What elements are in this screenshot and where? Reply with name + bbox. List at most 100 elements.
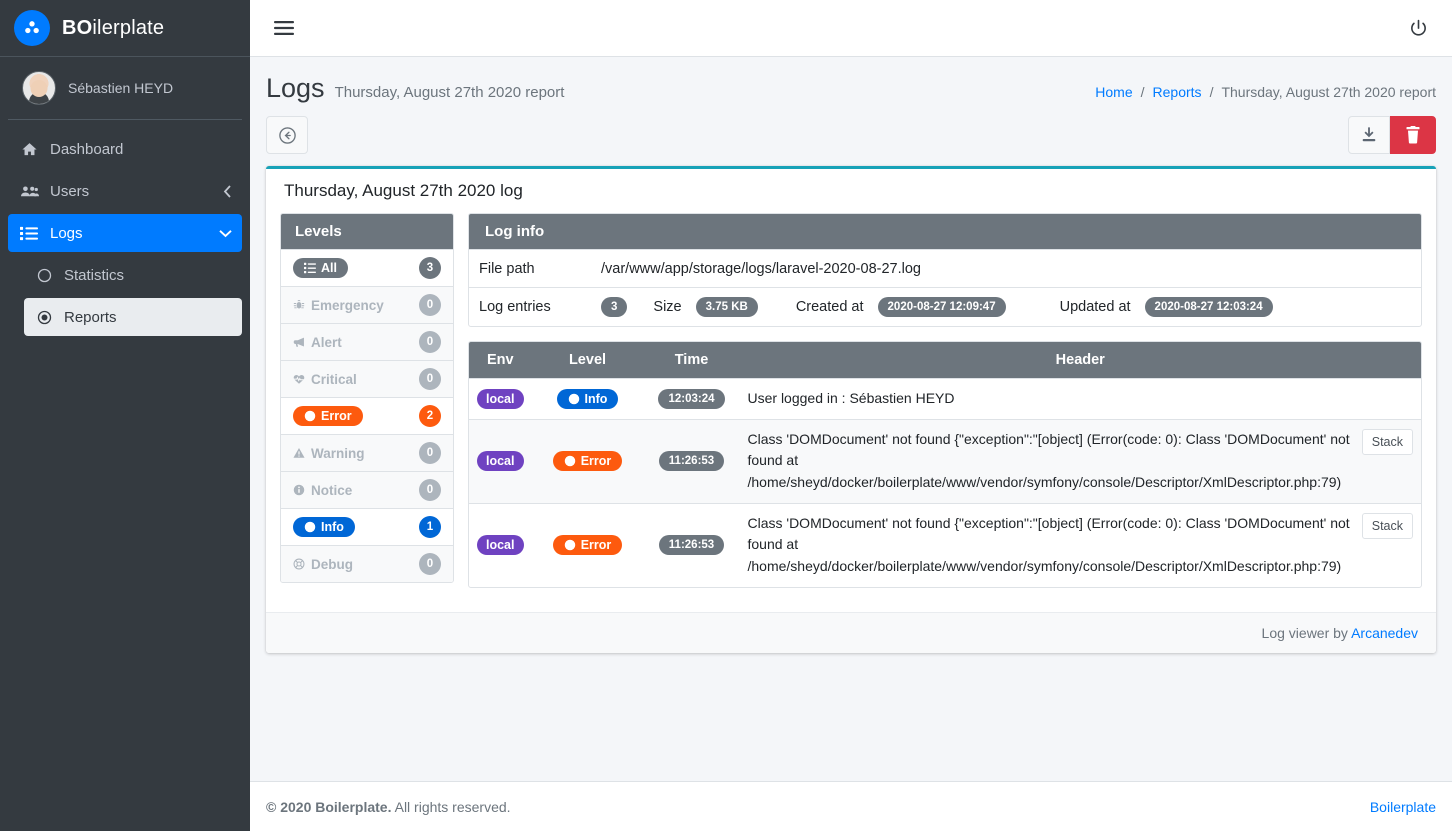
breadcrumb-item-home[interactable]: Home — [1095, 84, 1132, 100]
level-name-notice: Notice — [293, 483, 352, 498]
times-circle-icon — [304, 410, 316, 422]
info-circle-icon — [304, 521, 316, 533]
level-badge-label: Error — [581, 454, 612, 468]
level-label: Emergency — [311, 298, 384, 313]
level-row-notice[interactable]: Notice 0 — [281, 471, 453, 508]
right-column: Log info File path /var/www/app/storage/… — [468, 213, 1422, 602]
level-badge: Error — [553, 535, 623, 555]
breadcrumb-separator: / — [1210, 84, 1214, 100]
sidebar-item-statistics[interactable]: Statistics — [24, 256, 242, 294]
level-pill-error: Error — [293, 406, 363, 426]
card-footer-link[interactable]: Arcanedev — [1351, 625, 1418, 641]
level-count-emergency: 0 — [419, 294, 441, 316]
log-entries-table: Env Level Time Header local Info 12:03:24 U… — [469, 342, 1421, 587]
level-row-info[interactable]: Info 1 — [281, 508, 453, 545]
user-name: Sébastien HEYD — [68, 80, 173, 96]
level-count-all: 3 — [419, 257, 441, 279]
times-circle-icon — [564, 539, 576, 551]
brand[interactable]: BOilerplate — [0, 0, 250, 57]
warning-icon — [293, 447, 305, 459]
log-entries-panel: Env Level Time Header local Info 12:03:24 U… — [468, 341, 1422, 588]
download-button[interactable] — [1348, 116, 1390, 154]
level-row-critical[interactable]: Critical 0 — [281, 360, 453, 397]
level-name-emergency: Emergency — [293, 298, 384, 313]
brand-rest: ilerplate — [92, 17, 164, 39]
power-off-icon[interactable] — [1409, 19, 1428, 38]
updated-at-badge: 2020-08-27 12:03:24 — [1145, 297, 1273, 317]
level-row-warning[interactable]: Warning0 — [281, 434, 453, 471]
level-count-critical: 0 — [419, 368, 441, 390]
time-badge: 11:26:53 — [659, 451, 724, 471]
file-path-label: File path — [479, 261, 601, 277]
brand-bold: BO — [62, 17, 92, 39]
level-row-all[interactable]: All 3 — [281, 249, 453, 286]
delete-button[interactable] — [1390, 116, 1436, 154]
download-icon — [1360, 126, 1378, 144]
level-count-debug: 0 — [419, 553, 441, 575]
env-badge: local — [477, 451, 524, 471]
sidebar-item-reports[interactable]: Reports — [24, 298, 242, 336]
back-button[interactable] — [266, 116, 308, 154]
level-name-critical: Critical — [293, 372, 357, 387]
times-circle-icon — [564, 455, 576, 467]
footer-link[interactable]: Boilerplate — [1370, 799, 1436, 815]
level-badge: Info — [557, 389, 619, 409]
level-pill-all: All — [293, 258, 348, 278]
level-count-info: 1 — [419, 516, 441, 538]
stack-button[interactable]: Stack — [1362, 429, 1413, 455]
log-card: Thursday, August 27th 2020 log Levels Al… — [266, 166, 1436, 653]
topbar — [250, 0, 1452, 57]
level-count-notice: 0 — [419, 479, 441, 501]
time-badge: 12:03:24 — [658, 389, 724, 409]
cell-level: Error — [532, 503, 644, 587]
level-row-debug[interactable]: Debug 0 — [281, 545, 453, 582]
level-label: Alert — [311, 335, 342, 350]
level-row-error[interactable]: Error 2 — [281, 397, 453, 434]
table-row: local Error 11:26:53 Class 'DOMDocument' no… — [469, 419, 1421, 503]
size-label: Size — [653, 299, 681, 315]
column-header-time: Time — [644, 342, 740, 379]
header-text: User logged in : Sébastien HEYD — [748, 388, 1414, 410]
sidebar-item-label: Users — [50, 183, 89, 200]
size-badge: 3.75 KB — [696, 297, 758, 317]
list-icon — [18, 226, 40, 241]
chevron-down-icon — [219, 229, 232, 238]
breadcrumb-item-reports[interactable]: Reports — [1153, 84, 1202, 100]
table-row: localError11:26:53Class 'DOMDocument' no… — [469, 503, 1421, 587]
sidebar-item-users[interactable]: Users — [8, 172, 242, 210]
hamburger-icon[interactable] — [274, 20, 294, 36]
sidebar-item-label: Logs — [50, 225, 83, 242]
table-header-row: Env Level Time Header — [469, 342, 1421, 379]
level-badge-label: Error — [581, 538, 612, 552]
levels-title: Levels — [281, 214, 453, 249]
copyright-strong: © 2020 Boilerplate. — [266, 799, 391, 815]
level-name-debug: Debug — [293, 557, 353, 572]
levels-list: All 3 Emergency 0 Alert 0 Critical 0 Error 2 Warni… — [281, 249, 453, 582]
env-badge: local — [477, 535, 524, 555]
info-circle-icon — [293, 484, 305, 496]
circle-icon — [34, 268, 54, 283]
file-path-value: /var/www/app/storage/logs/laravel-2020-0… — [601, 261, 921, 277]
cell-header: User logged in : Sébastien HEYD — [740, 379, 1422, 420]
table-head: Env Level Time Header — [469, 342, 1421, 379]
toolbar — [250, 108, 1452, 166]
log-info-meta-row: Log entries 3 Size 3.75 KB Created at 20… — [469, 287, 1421, 326]
sidebar-item-label: Dashboard — [50, 141, 123, 158]
trash-icon — [1405, 126, 1421, 144]
level-row-alert[interactable]: Alert 0 — [281, 323, 453, 360]
level-count-alert: 0 — [419, 331, 441, 353]
heartbeat-icon — [293, 373, 305, 385]
sidebar-item-logs[interactable]: Logs — [8, 214, 242, 252]
stack-button[interactable]: Stack — [1362, 513, 1413, 539]
sidebar-item-dashboard[interactable]: Dashboard — [8, 130, 242, 168]
cell-header: Class 'DOMDocument' not found {"exceptio… — [740, 419, 1422, 503]
level-label: Error — [321, 409, 352, 423]
log-info-title: Log info — [469, 214, 1421, 249]
level-row-emergency[interactable]: Emergency 0 — [281, 286, 453, 323]
level-label: Info — [321, 520, 344, 534]
level-count-error: 2 — [419, 405, 441, 427]
column-header-level: Level — [532, 342, 644, 379]
main-area: Logs Thursday, August 27th 2020 report H… — [250, 0, 1452, 831]
level-label: Debug — [311, 557, 353, 572]
user-panel[interactable]: Sébastien HEYD — [8, 57, 242, 120]
